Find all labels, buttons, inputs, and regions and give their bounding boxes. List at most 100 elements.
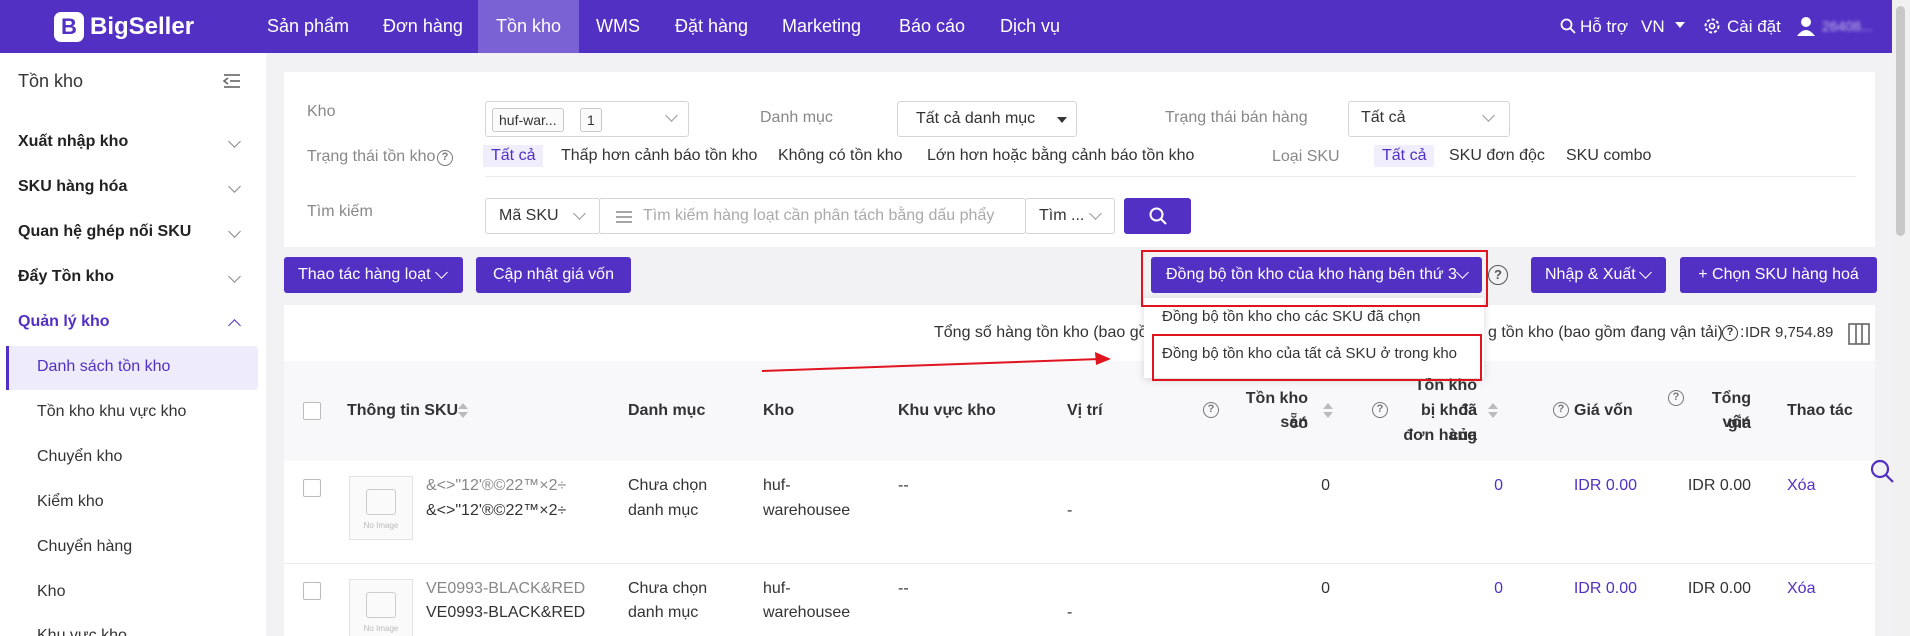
- nav-purchase[interactable]: Đặt hàng: [675, 0, 748, 53]
- row-checkbox[interactable]: [303, 582, 321, 600]
- stock-status-label: Trạng thái tồn kho: [307, 148, 436, 165]
- cost-1[interactable]: IDR 0.00: [1553, 473, 1637, 498]
- warehouse-tag[interactable]: huf-war...: [492, 108, 564, 132]
- sort-asc-icon[interactable]: [1323, 403, 1333, 409]
- sidebar-item-stocktake[interactable]: Kiểm kho: [37, 493, 104, 511]
- sale-status-value: Tất cả: [1361, 109, 1406, 126]
- product-thumbnail: No Image: [349, 476, 413, 540]
- row-divider: [284, 563, 1875, 564]
- sidebar-section-sku[interactable]: SKU hàng hóa: [18, 178, 127, 196]
- gear-icon[interactable]: [1703, 17, 1721, 35]
- nav-inventory[interactable]: Tồn kho: [478, 0, 580, 53]
- total-cost-2: IDR 0.00: [1687, 580, 1751, 597]
- settings-link[interactable]: Cài đặt: [1727, 0, 1781, 53]
- col-category: Danh mục: [628, 402, 706, 419]
- page-scrollbar-thumb[interactable]: [1896, 6, 1905, 236]
- columns-settings-icon[interactable]: [1848, 323, 1870, 345]
- collapse-sidebar-icon[interactable]: [223, 73, 241, 89]
- stock-status-option-all[interactable]: Tất cả: [483, 145, 544, 167]
- zone-2: --: [898, 580, 909, 597]
- sort-asc-icon[interactable]: [1488, 403, 1498, 409]
- search-icon[interactable]: [1560, 18, 1576, 34]
- sku-type-option-all[interactable]: Tất cả: [1374, 145, 1435, 167]
- category-2-line2: danh mục: [628, 604, 699, 621]
- location-2: -: [1067, 604, 1073, 621]
- bigseller-logo-icon[interactable]: B: [54, 12, 84, 42]
- cost-2[interactable]: IDR 0.00: [1553, 576, 1637, 601]
- summary-value-prefix: :: [1740, 324, 1745, 341]
- nav-orders[interactable]: Đơn hàng: [383, 0, 463, 53]
- support-link[interactable]: Hỗ trợ: [1580, 0, 1628, 53]
- col-total-cost-line2: vốn: [1722, 414, 1751, 431]
- stock-status-option-high[interactable]: Lớn hơn hoặc bằng cảnh báo tồn kho: [927, 147, 1194, 165]
- caret-down-icon: [1057, 117, 1067, 123]
- summary-value: IDR 9,754.89: [1745, 324, 1834, 341]
- col-available-line2: sẵn: [1280, 414, 1308, 431]
- zone-1: --: [898, 477, 909, 494]
- nav-wms[interactable]: WMS: [596, 0, 640, 53]
- sidebar-item-warehouse-zone[interactable]: Khu vực kho: [37, 627, 127, 636]
- sidebar-section-sku-mapping[interactable]: Quan hệ ghép nối SKU: [18, 223, 191, 241]
- delete-link[interactable]: Xóa: [1787, 576, 1815, 601]
- sidebar-section-push-stock[interactable]: Đẩy Tồn kho: [18, 268, 114, 286]
- sku-code-1: &<>"12'®©22™×2÷: [426, 502, 567, 519]
- bulk-actions-button[interactable]: Thao tác hàng loạt: [284, 257, 463, 293]
- stock-status-option-low[interactable]: Thấp hơn cảnh báo tồn kho: [561, 147, 757, 165]
- user-name[interactable]: 26408...: [1822, 0, 1873, 53]
- nav-marketing[interactable]: Marketing: [782, 0, 861, 53]
- help-icon[interactable]: ?: [1553, 402, 1569, 418]
- brand-name[interactable]: BigSeller: [90, 13, 194, 41]
- help-icon[interactable]: ?: [1372, 402, 1388, 418]
- search-icon[interactable]: [1870, 459, 1894, 483]
- help-icon[interactable]: ?: [1668, 390, 1684, 406]
- warehouse-count-badge: 1: [580, 108, 602, 132]
- nav-services[interactable]: Dịch vụ: [1000, 0, 1060, 53]
- delete-link[interactable]: Xóa: [1787, 473, 1815, 498]
- row-checkbox[interactable]: [303, 479, 321, 497]
- warehouse-2-line2: warehousee: [763, 604, 851, 621]
- choose-sku-button[interactable]: + Chọn SKU hàng hoá: [1680, 257, 1877, 293]
- category-value: Tất cả danh mục: [916, 110, 1036, 127]
- annotation-box-sync-button: [1141, 250, 1488, 307]
- select-all-checkbox[interactable]: [303, 402, 321, 420]
- nav-reports[interactable]: Báo cáo: [899, 0, 965, 53]
- update-cost-button[interactable]: Cập nhật giá vốn: [476, 257, 631, 293]
- sort-asc-icon[interactable]: [458, 403, 468, 409]
- total-cost-1: IDR 0.00: [1687, 477, 1751, 494]
- col-sku-info[interactable]: Thông tin SKU: [347, 398, 458, 423]
- sort-desc-icon[interactable]: [1488, 412, 1498, 418]
- sku-code-2: VE0993-BLACK&RED: [426, 604, 586, 621]
- sidebar-item-transfer[interactable]: Chuyển kho: [37, 448, 122, 466]
- location-1: -: [1067, 502, 1073, 519]
- product-thumbnail: No Image: [349, 579, 413, 636]
- summary-left: Tổng số hàng tồn kho (bao gồm: [934, 324, 1161, 341]
- sidebar-section-stock-io[interactable]: Xuất nhập kho: [18, 133, 128, 151]
- col-warehouse: Kho: [763, 402, 795, 419]
- category-2-line1: Chưa chọn: [628, 580, 708, 597]
- help-icon[interactable]: ?: [1722, 325, 1738, 341]
- search-icon: [1149, 207, 1167, 225]
- sku-type-option-single[interactable]: SKU đơn độc: [1449, 147, 1545, 165]
- warehouse-label: Kho: [307, 103, 336, 120]
- help-icon[interactable]: ?: [1488, 265, 1508, 285]
- nav-products[interactable]: Sản phẩm: [267, 0, 349, 53]
- search-mode-value: Tìm ...: [1039, 207, 1085, 224]
- locked-1[interactable]: 0: [1392, 473, 1503, 498]
- help-icon[interactable]: ?: [1203, 402, 1219, 418]
- region-select[interactable]: VN: [1641, 0, 1665, 53]
- menu-sync-selected[interactable]: Đồng bộ tồn kho cho các SKU đã chọn: [1162, 308, 1421, 325]
- sidebar-section-warehouse-mgmt[interactable]: Quản lý kho: [18, 313, 110, 331]
- stock-status-option-none[interactable]: Không có tồn kho: [778, 147, 903, 165]
- sidebar-item-inventory-list[interactable]: Danh sách tồn kho: [37, 358, 170, 376]
- category-label: Danh mục: [760, 109, 833, 126]
- help-icon[interactable]: ?: [437, 150, 453, 166]
- sort-desc-icon[interactable]: [1323, 412, 1333, 418]
- user-avatar-icon[interactable]: [1797, 16, 1815, 36]
- sidebar-item-shipment[interactable]: Chuyển hàng: [37, 538, 132, 556]
- sidebar-item-warehouse[interactable]: Kho: [37, 583, 65, 601]
- locked-2[interactable]: 0: [1392, 576, 1503, 601]
- sidebar-item-zone-stock[interactable]: Tồn kho khu vực kho: [37, 403, 186, 421]
- col-cost: Giá vốn: [1574, 402, 1633, 419]
- sort-desc-icon[interactable]: [458, 412, 468, 418]
- sku-type-option-combo[interactable]: SKU combo: [1566, 147, 1651, 165]
